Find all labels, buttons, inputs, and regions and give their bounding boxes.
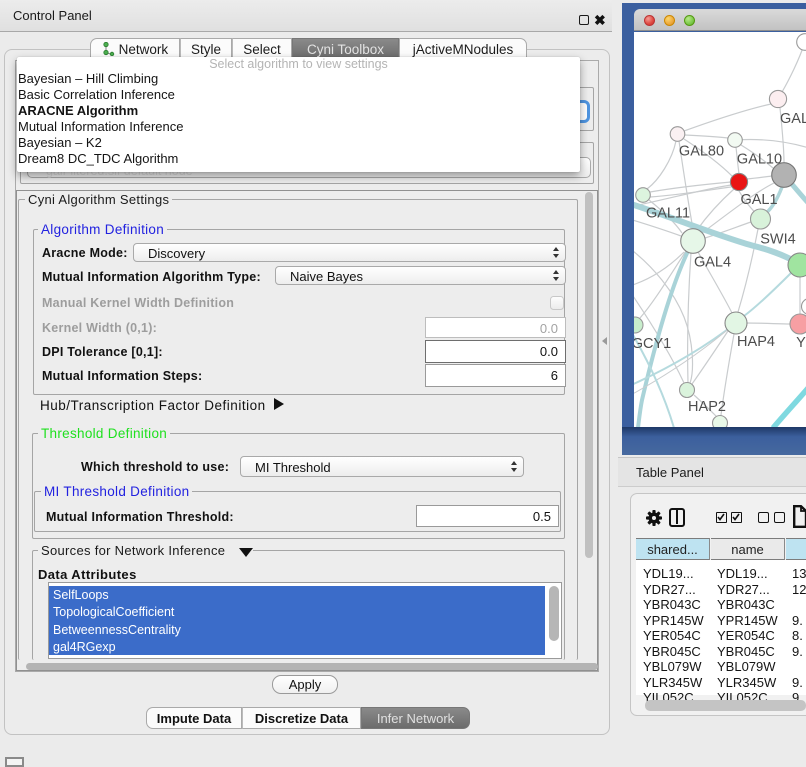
svg-text:GAL1: GAL1 <box>740 192 777 208</box>
svg-text:GAL80: GAL80 <box>679 144 724 160</box>
svg-text:GAL11: GAL11 <box>646 206 690 222</box>
svg-text:HAP4: HAP4 <box>737 334 775 350</box>
svg-text:Y: Y <box>796 335 806 351</box>
svg-text:SWI4: SWI4 <box>760 232 795 248</box>
svg-text:GCY1: GCY1 <box>634 336 671 352</box>
svg-text:HAP2: HAP2 <box>688 399 726 415</box>
svg-text:GAL10: GAL10 <box>737 152 782 168</box>
svg-text:GAL: GAL <box>780 111 806 127</box>
svg-text:GAL4: GAL4 <box>694 255 731 271</box>
